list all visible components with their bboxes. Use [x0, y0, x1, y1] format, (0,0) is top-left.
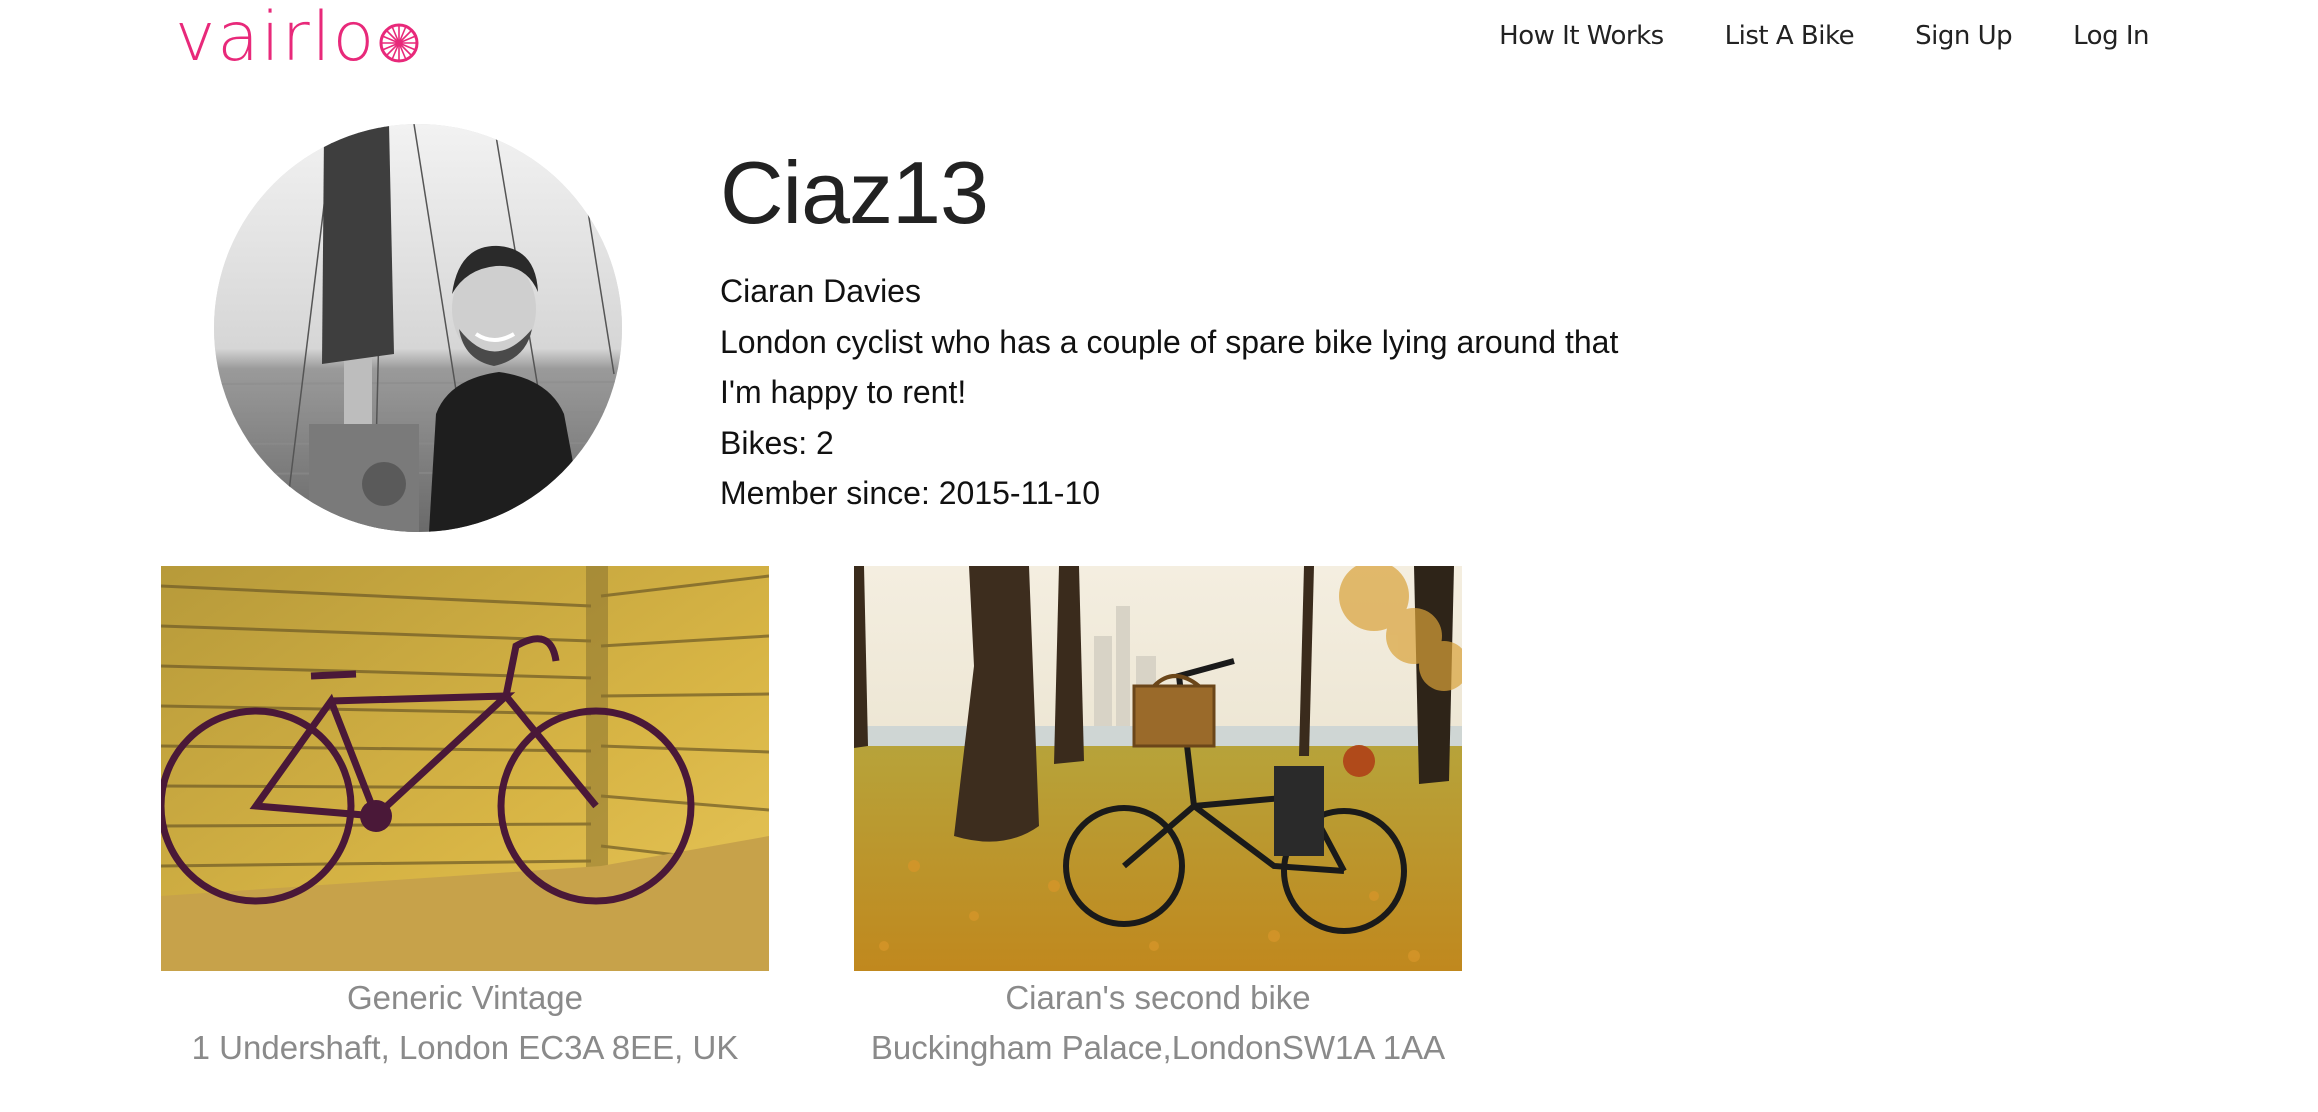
profile-info: Ciaz13 Ciaran Davies London cyclist who … [720, 138, 1700, 519]
vairlo-logo[interactable]: vairlo [175, 2, 420, 74]
vintage-bike-image [161, 566, 769, 971]
profile-bike-count: Bikes: 2 [720, 424, 834, 461]
profile-bio: London cyclist who has a couple of spare… [720, 323, 1619, 411]
park-bike-image [854, 566, 1462, 971]
nav-log-in[interactable]: Log In [2073, 21, 2149, 51]
bike-card[interactable]: Generic Vintage 1 Undershaft, London EC3… [161, 566, 769, 1073]
profile-page: vairlo How It Works List A Bike Sign Up … [0, 0, 2318, 1112]
nav-sign-up[interactable]: Sign Up [1915, 21, 2013, 51]
profile-avatar [214, 124, 622, 532]
bike-name[interactable]: Generic Vintage [161, 973, 769, 1023]
bike-wheel-icon [379, 23, 419, 63]
profile-full-name: Ciaran Davies [720, 273, 921, 309]
bike-address: 1 Undershaft, London EC3A 8EE, UK [191, 1029, 739, 1066]
bike-card[interactable]: Ciaran's second bike Buckingham Palace,L… [854, 566, 1462, 1073]
bike-name[interactable]: Ciaran's second bike [854, 973, 1462, 1023]
bike-photo[interactable] [161, 566, 769, 971]
nav-list-a-bike[interactable]: List A Bike [1725, 21, 1855, 51]
profile-member-since: Member since: 2015-11-10 [720, 475, 1101, 511]
avatar-photo [214, 124, 622, 532]
main-nav: How It Works List A Bike Sign Up Log In [1438, 14, 2149, 58]
nav-how-it-works[interactable]: How It Works [1499, 21, 1664, 51]
bike-photo[interactable] [854, 566, 1462, 971]
logo-wordmark: vairlo [175, 0, 377, 77]
site-header: vairlo How It Works List A Bike Sign Up … [0, 0, 2318, 80]
bike-address: Buckingham Palace,LondonSW1A 1AA [870, 1029, 1446, 1066]
profile-username: Ciaz13 [720, 143, 989, 242]
